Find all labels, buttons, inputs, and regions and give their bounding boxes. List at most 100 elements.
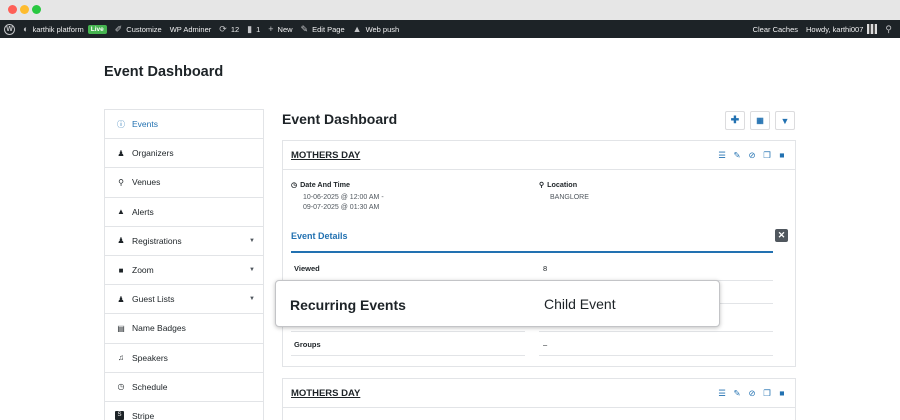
bell-icon: ▲ (117, 207, 125, 217)
event-title-link[interactable]: MOTHERS DAY (291, 150, 360, 161)
video-icon: ■ (118, 265, 124, 275)
date-time-label: ◷ Date And Time (291, 180, 350, 189)
location-icon: ⚲ (539, 182, 545, 189)
location-value: BANGLORE (550, 194, 589, 201)
sidebar-item-zoom[interactable]: ■ Zoom ▼ (105, 256, 263, 286)
copy-icon[interactable]: ❐ (762, 151, 772, 160)
sidebar-item-stripe[interactable]: S Stripe (105, 402, 263, 420)
comments-link[interactable]: ▮ 1 (243, 20, 264, 38)
event-card: MOTHERS DAY ☰ ✎ ⊘ ❐ ■ ◷ Date And Time 10-… (282, 140, 796, 367)
add-event-button[interactable]: ✚ (725, 111, 745, 130)
maximize-window-button[interactable] (32, 5, 41, 14)
account-menu[interactable]: Howdy, karthi007 (802, 20, 881, 38)
calendar-icon: ▦ (756, 116, 764, 125)
event-title-link[interactable]: MOTHERS DAY (291, 388, 360, 399)
dashboard-title: Event Dashboard (282, 111, 398, 127)
list-icon[interactable]: ☰ (717, 151, 727, 160)
search-button[interactable]: ⚲ (881, 20, 900, 38)
site-name-link[interactable]: ◐ karthik platform Live (19, 20, 111, 38)
site-name: karthik platform (32, 24, 84, 34)
mic-icon: ♫ (118, 353, 124, 363)
plus-icon: + (268, 23, 274, 34)
sidebar-item-registrations[interactable]: ♟ Registrations ▼ (105, 227, 263, 256)
recurring-events-popup: Recurring Events Child Event (275, 280, 720, 327)
sidebar-item-label: Registrations (132, 235, 182, 246)
event-card: MOTHERS DAY ☰ ✎ ⊘ ❐ ■ (282, 378, 796, 420)
comment-icon: ▮ (247, 23, 253, 34)
clear-caches-link[interactable]: Clear Caches (749, 20, 802, 38)
cancel-icon[interactable]: ⊘ (747, 151, 757, 160)
close-icon: ✕ (777, 230, 786, 240)
sidebar-item-organizers[interactable]: ♟ Organizers (105, 139, 263, 169)
sidebar-item-speakers[interactable]: ♫ Speakers (105, 344, 263, 373)
location-icon: ⚲ (118, 177, 124, 187)
customize-link[interactable]: ✐ Customize (111, 20, 166, 38)
sidebar-item-schedule[interactable]: ◷ Schedule (105, 373, 263, 402)
window-titlebar (0, 0, 900, 20)
chevron-down-icon: ▼ (249, 296, 255, 303)
event-details-heading: Event Details (291, 231, 348, 241)
date-time-value: 10-06-2025 @ 12:00 AM - 09-07-2025 @ 01:… (303, 193, 384, 213)
event-actions: ☰ ✎ ⊘ ❐ ■ (717, 151, 787, 160)
edit-icon[interactable]: ✎ (732, 151, 742, 160)
info-icon: ⓘ (117, 119, 125, 129)
divider (291, 355, 525, 356)
date-time-label-text: Date And Time (300, 180, 351, 189)
edit-icon[interactable]: ✎ (732, 389, 742, 398)
web-push-link[interactable]: ▲ Web push (349, 20, 404, 38)
chevron-down-icon: ▼ (249, 267, 255, 274)
clear-caches-label: Clear Caches (752, 24, 799, 34)
wp-adminer-label: WP Adminer (169, 24, 212, 34)
print-icon: ▤ (117, 323, 125, 333)
list-icon[interactable]: ☰ (717, 389, 727, 398)
recurring-events-value: Child Event (544, 296, 616, 312)
location-label-text: Location (547, 180, 578, 189)
sidebar-item-name-badges[interactable]: ▤ Name Badges (105, 314, 263, 344)
sidebar-item-label: Speakers (132, 352, 168, 363)
sidebar-item-venues[interactable]: ⚲ Venues (105, 168, 263, 198)
admin-bar-secondary: Clear Caches Howdy, karthi007 ⚲ (749, 20, 900, 38)
event-card-header: MOTHERS DAY ☰ ✎ ⊘ ❐ ■ (283, 379, 795, 408)
viewed-value: 8 (543, 264, 548, 273)
wp-adminer-link[interactable]: WP Adminer (166, 20, 216, 38)
location-label: ⚲ Location (539, 180, 577, 189)
pencil-icon: ✎ (300, 23, 309, 34)
web-push-label: Web push (365, 24, 400, 34)
date-time-start: 10-06-2025 @ 12:00 AM - (303, 194, 384, 201)
close-details-button[interactable]: ✕ (775, 229, 788, 242)
users-icon: ♟ (117, 236, 125, 246)
sidebar-item-label: Schedule (132, 381, 168, 392)
date-time-end: 09-07-2025 @ 01:30 AM (303, 204, 380, 211)
edit-page-link[interactable]: ✎ Edit Page (297, 20, 349, 38)
calendar-button[interactable]: ▦ (750, 111, 770, 130)
sidebar-item-alerts[interactable]: ▲ Alerts (105, 198, 263, 227)
minimize-window-button[interactable] (20, 5, 29, 14)
chevron-down-icon: ▼ (249, 237, 255, 244)
bell-icon: ▲ (352, 23, 362, 34)
new-link[interactable]: + New (264, 20, 296, 38)
updates-link[interactable]: ⟳ 12 (215, 20, 243, 38)
sidebar-item-label: Zoom (132, 265, 154, 276)
wordpress-logo-icon[interactable]: W (4, 23, 15, 35)
brush-icon: ✐ (114, 23, 123, 34)
updates-icon: ⟳ (219, 23, 227, 34)
close-window-button[interactable] (8, 5, 17, 14)
viewed-label: Viewed (294, 264, 320, 273)
divider (539, 331, 773, 332)
trash-icon[interactable]: ■ (777, 151, 787, 160)
new-label: New (277, 24, 293, 34)
cancel-icon[interactable]: ⊘ (747, 389, 757, 398)
dashboard-icon: ◐ (23, 23, 29, 34)
copy-icon[interactable]: ❐ (762, 389, 772, 398)
howdy-label: Howdy, karthi007 (806, 24, 864, 34)
divider (291, 331, 525, 332)
updates-count: 12 (230, 24, 240, 34)
page-title: Event Dashboard (104, 64, 224, 80)
trash-icon[interactable]: ■ (777, 389, 787, 398)
sidebar-item-events[interactable]: ⓘ Events (105, 110, 263, 140)
sidebar-item-guest-lists[interactable]: ♟ Guest Lists ▼ (105, 285, 263, 315)
clock-icon: ◷ (291, 182, 298, 189)
divider (539, 355, 773, 356)
sidebar-item-label: Name Badges (132, 323, 186, 334)
filter-button[interactable]: ▼ (775, 111, 795, 130)
